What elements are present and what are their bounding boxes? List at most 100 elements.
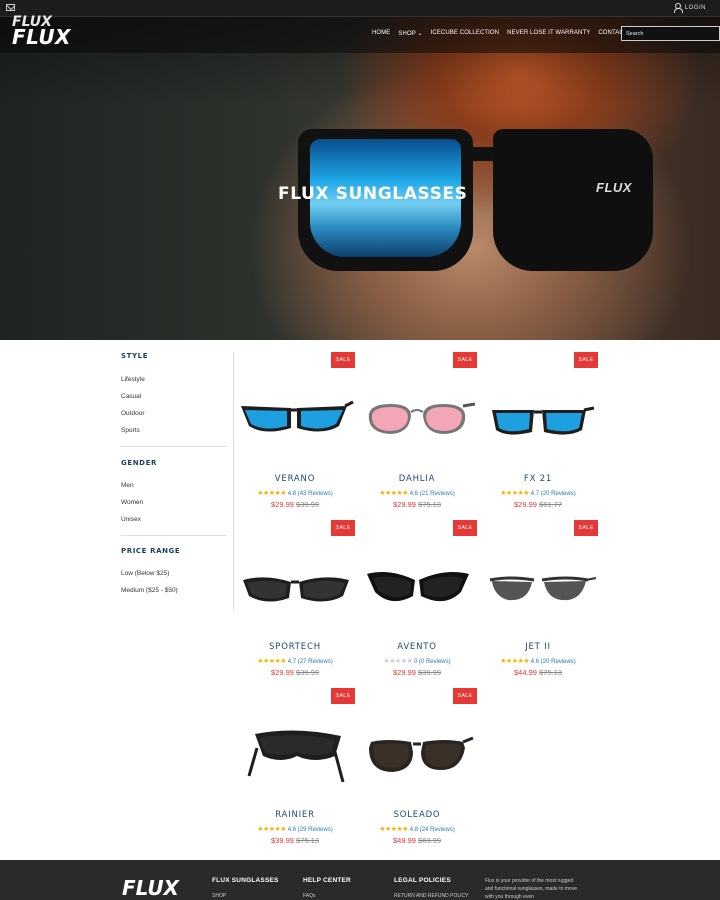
product-name[interactable]: VERANO — [235, 474, 355, 484]
filter-option[interactable]: Low (Below $25) — [121, 570, 227, 578]
nav-item-shop[interactable]: SHOP ⌄ — [398, 30, 422, 37]
footer-logo[interactable]: FLUX — [122, 878, 179, 898]
star-rating-icon: ★★★★★ — [383, 658, 413, 665]
star-rating-icon: ★★★★★ — [379, 826, 409, 833]
filter-option[interactable]: Women — [121, 499, 227, 507]
hero-banner: FLUX — [0, 17, 720, 340]
site-footer: FLUX FLUX SUNGLASSES SHOP HELP CENTER FA… — [0, 860, 720, 900]
login-link[interactable]: LOGIN — [673, 3, 706, 13]
rating-text[interactable]: 4.8 (24 Reviews) — [410, 827, 455, 833]
product-name[interactable]: RAINIER — [235, 810, 355, 820]
product-price: $29.99 $39.99 — [271, 500, 319, 509]
product-price: $29.99 $75.13 — [393, 500, 441, 509]
star-rating-icon: ★★★★★ — [257, 826, 287, 833]
product-image-sport-wrap — [243, 577, 349, 602]
filter-option[interactable]: Medium ($25 - $50) — [121, 587, 227, 595]
nav-item-home[interactable]: HOME — [372, 30, 390, 37]
nav-menu: HOME SHOP ⌄ ICECUBE COLLECTION NEVER LOS… — [372, 30, 638, 37]
product-price: $29.99 $39.99 — [271, 668, 319, 677]
main-nav: FLUX FLUX HOME SHOP ⌄ ICECUBE COLLECTION… — [0, 15, 720, 53]
footer-about-text: Flux is your provider of the most rugged… — [485, 878, 577, 900]
product-rating: ★★★★★ 4.8 (43 Reviews) — [235, 489, 355, 497]
filter-option[interactable]: Men — [121, 482, 227, 490]
product-name[interactable]: AVENTO — [357, 642, 477, 652]
product-card[interactable]: SALE VERANO ★★★★★ 4.8 (43 Reviews) $29.9… — [235, 352, 355, 518]
product-rating: ★★★★★ 4.6 (29 Reviews) — [235, 825, 355, 833]
sale-badge: SALE — [331, 352, 355, 368]
product-name[interactable]: SOLEADO — [357, 810, 477, 820]
filter-style: STYLE Lifestyle Casual Outdoor Sports — [121, 352, 227, 435]
product-image-lifestyle — [369, 736, 474, 772]
product-card[interactable]: SALE FX 21 ★★★★★ 4.7 (20 Reviews) $29.99… — [478, 352, 598, 518]
product-name[interactable]: DAHLIA — [357, 474, 477, 484]
product-price: $44.99 $75.13 — [514, 668, 562, 677]
product-name[interactable]: SPORTECH — [235, 642, 355, 652]
star-rating-icon: ★★★★★ — [500, 658, 530, 665]
login-label: LOGIN — [684, 4, 706, 11]
footer-column: LEGAL POLICIES RETURN AND REFUND POLICY — [394, 877, 468, 899]
footer-column: FLUX SUNGLASSES SHOP — [212, 877, 279, 899]
chevron-down-icon: ⌄ — [417, 31, 423, 37]
filter-option[interactable]: Casual — [121, 393, 227, 401]
footer-heading: HELP CENTER — [303, 877, 351, 884]
filter-option[interactable]: Sports — [121, 427, 227, 435]
footer-link[interactable]: SHOP — [212, 893, 279, 899]
product-name[interactable]: FX 21 — [478, 474, 598, 484]
product-card[interactable]: SALE RAINIER ★★★★★ 4.6 (29 Reviews) $39.… — [235, 688, 355, 854]
sale-badge: SALE — [574, 352, 598, 368]
rating-text[interactable]: 4.8 (43 Reviews) — [288, 491, 333, 497]
user-icon — [673, 3, 683, 13]
footer-link[interactable]: FAQs — [303, 893, 351, 899]
rating-text[interactable]: 4.6 (20 Reviews) — [531, 659, 576, 665]
filter-title: GENDER — [121, 459, 157, 467]
rating-text[interactable]: 4.6 (29 Reviews) — [288, 827, 333, 833]
sale-badge: SALE — [331, 688, 355, 704]
product-image-shield — [247, 730, 345, 782]
nav-item-icecube-collection[interactable]: ICECUBE COLLECTION — [431, 30, 499, 37]
filter-price-range: PRICE RANGE Low (Below $25) Medium ($25 … — [121, 547, 227, 595]
product-price: $29.99 $61.77 — [514, 500, 562, 509]
site-logo[interactable]: FLUX FLUX — [12, 15, 71, 47]
rating-text[interactable]: 4.6 (21 Reviews) — [410, 491, 455, 497]
product-rating: ★★★★★ 4.7 (27 Reviews) — [235, 657, 355, 665]
sale-badge: SALE — [574, 520, 598, 536]
hero-sunglasses-image — [298, 129, 678, 279]
sale-badge: SALE — [453, 352, 477, 368]
sale-badge: SALE — [453, 688, 477, 704]
product-card[interactable]: SALE SPORTECH ★★★★★ 4.7 (27 Reviews) $29… — [235, 520, 355, 686]
footer-heading: FLUX SUNGLASSES — [212, 877, 279, 884]
product-image-semi-rimless — [489, 576, 597, 601]
filter-title: PRICE RANGE — [121, 547, 181, 555]
rating-text[interactable]: 4.7 (20 Reviews) — [531, 491, 576, 497]
filter-option[interactable]: Lifestyle — [121, 376, 227, 384]
product-image-square-frame — [492, 406, 595, 435]
top-bar: LOGIN — [0, 0, 720, 17]
search-input[interactable] — [621, 26, 720, 41]
product-rating: ★★★★★ 4.8 (24 Reviews) — [357, 825, 477, 833]
sale-badge: SALE — [331, 520, 355, 536]
sale-badge: SALE — [453, 520, 477, 536]
product-price: $39.99 $75.13 — [271, 836, 319, 845]
filter-sidebar: STYLE Lifestyle Casual Outdoor Sports GE… — [121, 352, 234, 610]
filter-option[interactable]: Outdoor — [121, 410, 227, 418]
mail-icon[interactable] — [6, 4, 15, 11]
footer-link[interactable]: RETURN AND REFUND POLICY — [394, 893, 468, 899]
rating-text[interactable]: 0 (0 Reviews) — [414, 659, 451, 665]
star-rating-icon: ★★★★★ — [257, 490, 287, 497]
rating-text[interactable]: 4.7 (27 Reviews) — [288, 659, 333, 665]
product-card[interactable]: SALE SOLEADO ★★★★★ 4.8 (24 Reviews) $49.… — [357, 688, 477, 854]
product-card[interactable]: SALE AVENTO ★★★★★ 0 (0 Reviews) $29.99 $… — [357, 520, 477, 686]
footer-column: HELP CENTER FAQs — [303, 877, 351, 899]
product-card[interactable]: SALE JET II ★★★★★ 4.6 (20 Reviews) $44.9… — [478, 520, 598, 686]
filter-gender: GENDER Men Women Unisex — [121, 459, 227, 524]
hero-title: FLUX SUNGLASSES — [278, 184, 468, 204]
filter-title: STYLE — [121, 352, 149, 360]
filter-option[interactable]: Unisex — [121, 516, 227, 524]
star-rating-icon: ★★★★★ — [257, 658, 287, 665]
star-rating-icon: ★★★★★ — [500, 490, 530, 497]
nav-item-warranty[interactable]: NEVER LOSE IT WARRANTY — [507, 30, 590, 37]
product-name[interactable]: JET II — [478, 642, 598, 652]
product-rating: ★★★★★ 4.6 (20 Reviews) — [478, 657, 598, 665]
product-image-sport-wrap — [241, 400, 354, 432]
product-card[interactable]: SALE DAHLIA ★★★★★ 4.6 (21 Reviews) $29.9… — [357, 352, 477, 518]
